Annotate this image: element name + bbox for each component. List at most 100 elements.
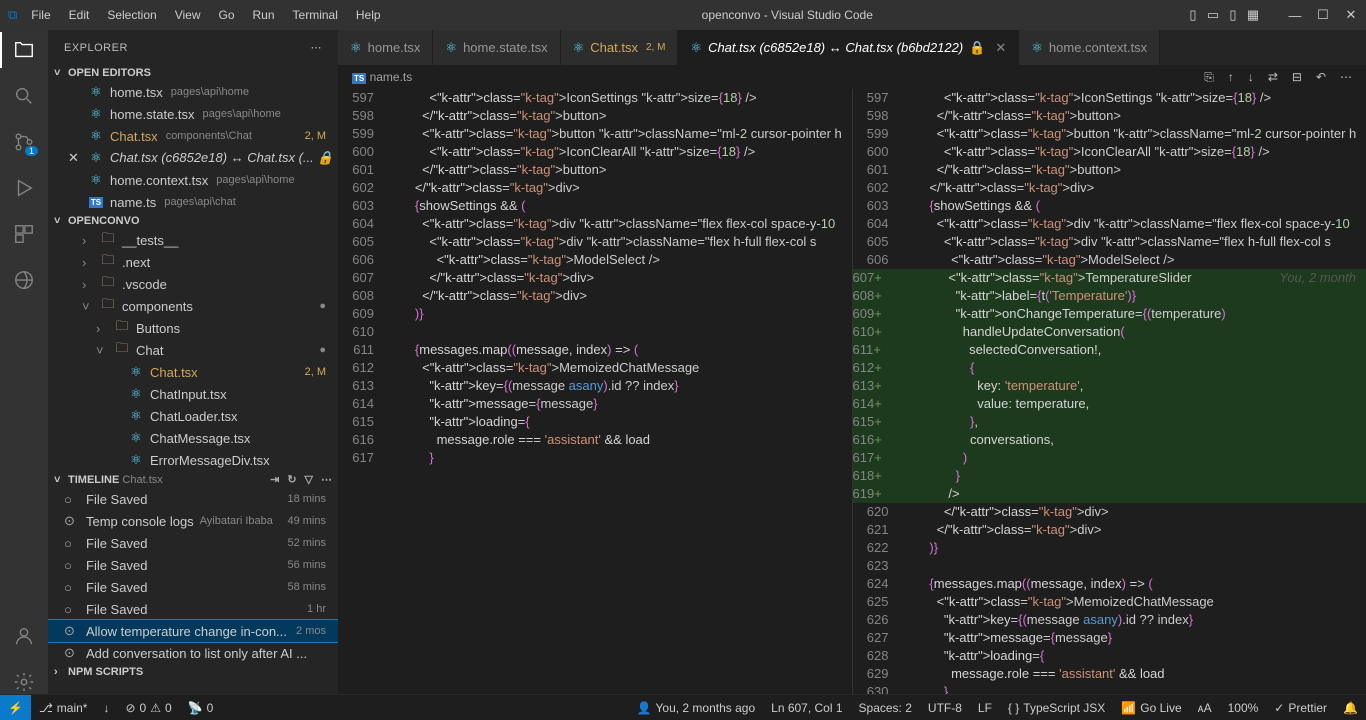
layout-sidebar-left-icon[interactable]: ▯ — [1186, 8, 1200, 22]
notifications-icon[interactable]: 🔔 — [1335, 695, 1366, 720]
tree-item[interactable]: › 🗀Buttons — [48, 317, 338, 339]
more-icon[interactable]: ⋯ — [311, 41, 323, 54]
tree-item[interactable]: ⚛ChatMessage.tsx — [48, 427, 338, 449]
tree-item[interactable]: › 🗀.next — [48, 251, 338, 273]
menu-terminal[interactable]: Terminal — [285, 4, 346, 26]
menu-go[interactable]: Go — [211, 4, 243, 26]
open-editor-item[interactable]: ⚛Chat.tsxcomponents\Chat2, M — [48, 125, 338, 147]
open-editor-item[interactable]: ✕⚛Chat.tsx (c6852e18) ↔ Chat.tsx (... 🔒 — [48, 147, 338, 169]
close-window-button[interactable]: ✕ — [1344, 8, 1358, 22]
search-icon[interactable] — [12, 84, 36, 108]
activity-bar: 1 — [0, 30, 48, 694]
extensions-icon[interactable] — [12, 222, 36, 246]
status-bar: ⚡ ⎇ main* ↓ ⊘ 0 ⚠ 0 📡 0 👤 You, 2 months … — [0, 694, 1366, 720]
menu-edit[interactable]: Edit — [61, 4, 98, 26]
open-editor-item[interactable]: ⚛home.state.tsxpages\api\home — [48, 103, 338, 125]
sidebar: EXPLORER ⋯ ˅OPEN EDITORS ⚛home.tsxpages\… — [48, 30, 338, 694]
problems-indicator[interactable]: ⊘ 0 ⚠ 0 — [117, 695, 179, 720]
timeline-item[interactable]: ⊙Add conversation to list only after AI … — [48, 642, 338, 664]
editor-tab[interactable]: ⚛Chat.tsx 2, M — [561, 30, 679, 65]
open-editor-item[interactable]: TSname.tspages\api\chat — [48, 191, 338, 213]
next-change-icon[interactable]: ↓ — [1248, 70, 1254, 85]
indentation[interactable]: Spaces: 2 — [851, 695, 920, 720]
tree-item[interactable]: ˅ 🗀Chat● — [48, 339, 338, 361]
sync-indicator[interactable]: ↓ — [95, 695, 117, 720]
diff-left-pane[interactable]: 597 <"k-attr">class="k-tag">IconSettings… — [338, 89, 852, 694]
source-control-icon[interactable]: 1 — [12, 130, 36, 154]
refresh-icon[interactable]: ↻ — [287, 473, 296, 486]
minimize-button[interactable]: — — [1288, 8, 1302, 22]
title-bar: ⧉ FileEditSelectionViewGoRunTerminalHelp… — [0, 0, 1366, 30]
filter-icon[interactable]: ▽ — [305, 473, 313, 486]
more-icon[interactable]: ⋯ — [321, 473, 332, 486]
editor-tab[interactable]: ⚛home.state.tsx — [433, 30, 560, 65]
ts-icon: TS — [352, 73, 366, 84]
timeline-item[interactable]: ○File Saved58 mins — [48, 576, 338, 598]
scm-badge: 1 — [25, 146, 38, 156]
timeline-item[interactable]: ○File Saved52 mins — [48, 532, 338, 554]
radio-indicator[interactable]: 📡 0 — [180, 695, 222, 720]
maximize-button[interactable]: ☐ — [1316, 8, 1330, 22]
timeline-item[interactable]: ○File Saved56 mins — [48, 554, 338, 576]
tree-item[interactable]: › 🗀.vscode — [48, 273, 338, 295]
menu-view[interactable]: View — [167, 4, 209, 26]
vscode-logo-icon: ⧉ — [8, 7, 17, 23]
prev-change-icon[interactable]: ↑ — [1228, 70, 1234, 85]
zoom[interactable]: 100% — [1220, 695, 1267, 720]
editor-tab[interactable]: ⚛Chat.tsx (c6852e18) ↔ Chat.tsx (b6bd212… — [678, 30, 1019, 65]
prettier[interactable]: ✓ Prettier — [1266, 695, 1335, 720]
revert-icon[interactable]: ↶ — [1316, 70, 1326, 85]
blame-status[interactable]: 👤 You, 2 months ago — [629, 695, 764, 720]
remote-indicator[interactable]: ⚡ — [0, 695, 31, 720]
layout-panel-icon[interactable]: ▭ — [1206, 8, 1220, 22]
tab-bar: ⚛home.tsx⚛home.state.tsx⚛Chat.tsx 2, M⚛C… — [338, 30, 1366, 65]
window-title: openconvo - Visual Studio Code — [389, 8, 1186, 22]
tree-item[interactable]: ⚛Chat.tsx2, M — [48, 361, 338, 383]
explorer-title: EXPLORER — [64, 42, 128, 54]
go-live[interactable]: 📶 Go Live — [1113, 695, 1189, 720]
language-mode[interactable]: { } TypeScript JSX — [1000, 695, 1113, 720]
tree-item[interactable]: ⚛ChatLoader.tsx — [48, 405, 338, 427]
explorer-icon[interactable] — [12, 38, 36, 62]
remote-explorer-icon[interactable] — [12, 268, 36, 292]
open-editor-item[interactable]: ⚛home.tsxpages\api\home — [48, 81, 338, 103]
menu-bar: FileEditSelectionViewGoRunTerminalHelp — [23, 4, 388, 26]
breadcrumb: TS name.ts ⎘ ↑ ↓ ⇄ ⊟ ↶ ⋯ — [338, 65, 1366, 89]
tree-item[interactable]: ˅ 🗀components● — [48, 295, 338, 317]
menu-help[interactable]: Help — [348, 4, 389, 26]
tree-item[interactable]: ⚛ErrorMessageDiv.tsx — [48, 449, 338, 471]
menu-file[interactable]: File — [23, 4, 58, 26]
editor-tab[interactable]: ⚛home.context.tsx — [1019, 30, 1160, 65]
settings-gear-icon[interactable] — [12, 670, 36, 694]
menu-run[interactable]: Run — [245, 4, 283, 26]
toggle-whitespace-icon[interactable]: ⊟ — [1292, 70, 1302, 85]
layout-sidebar-right-icon[interactable]: ▯ — [1226, 8, 1240, 22]
layout-customize-icon[interactable]: ▦ — [1246, 8, 1260, 22]
project-section[interactable]: ˅OPENCONVO — [48, 213, 338, 229]
timeline-section[interactable]: ˅TIMELINE Chat.tsx ⇥↻▽⋯ — [48, 471, 338, 488]
timeline-item[interactable]: ○File Saved18 mins — [48, 488, 338, 510]
tree-item[interactable]: ⚛ChatInput.tsx — [48, 383, 338, 405]
accounts-icon[interactable] — [12, 624, 36, 648]
swap-icon[interactable]: ⇄ — [1268, 70, 1278, 85]
diff-right-pane[interactable]: 597 <"k-attr">class="k-tag">IconSettings… — [852, 89, 1366, 694]
explorer-header: EXPLORER ⋯ — [48, 30, 338, 65]
open-editor-item[interactable]: ⚛home.context.tsxpages\api\home — [48, 169, 338, 191]
more-actions-icon[interactable]: ⋯ — [1340, 70, 1352, 85]
cursor-position[interactable]: Ln 607, Col 1 — [763, 695, 850, 720]
open-editors-section[interactable]: ˅OPEN EDITORS — [48, 65, 338, 81]
menu-selection[interactable]: Selection — [99, 4, 164, 26]
encoding[interactable]: UTF-8 — [920, 695, 970, 720]
text-size[interactable]: ᴀA — [1190, 695, 1220, 720]
editor-tab[interactable]: ⚛home.tsx — [338, 30, 433, 65]
timeline-item[interactable]: ⊙Temp console logs Ayibatari Ibaba49 min… — [48, 510, 338, 532]
timeline-item[interactable]: ○File Saved1 hr — [48, 598, 338, 620]
timeline-item[interactable]: ⊙Allow temperature change in-con...2 mos — [48, 620, 338, 642]
tree-item[interactable]: › 🗀__tests__ — [48, 229, 338, 251]
go-to-file-icon[interactable]: ⎘ — [1204, 70, 1214, 85]
eol[interactable]: LF — [970, 695, 1000, 720]
pin-icon[interactable]: ⇥ — [270, 473, 279, 486]
branch-indicator[interactable]: ⎇ main* — [31, 695, 96, 720]
npm-scripts-section[interactable]: ›NPM SCRIPTS — [48, 664, 338, 680]
run-debug-icon[interactable] — [12, 176, 36, 200]
